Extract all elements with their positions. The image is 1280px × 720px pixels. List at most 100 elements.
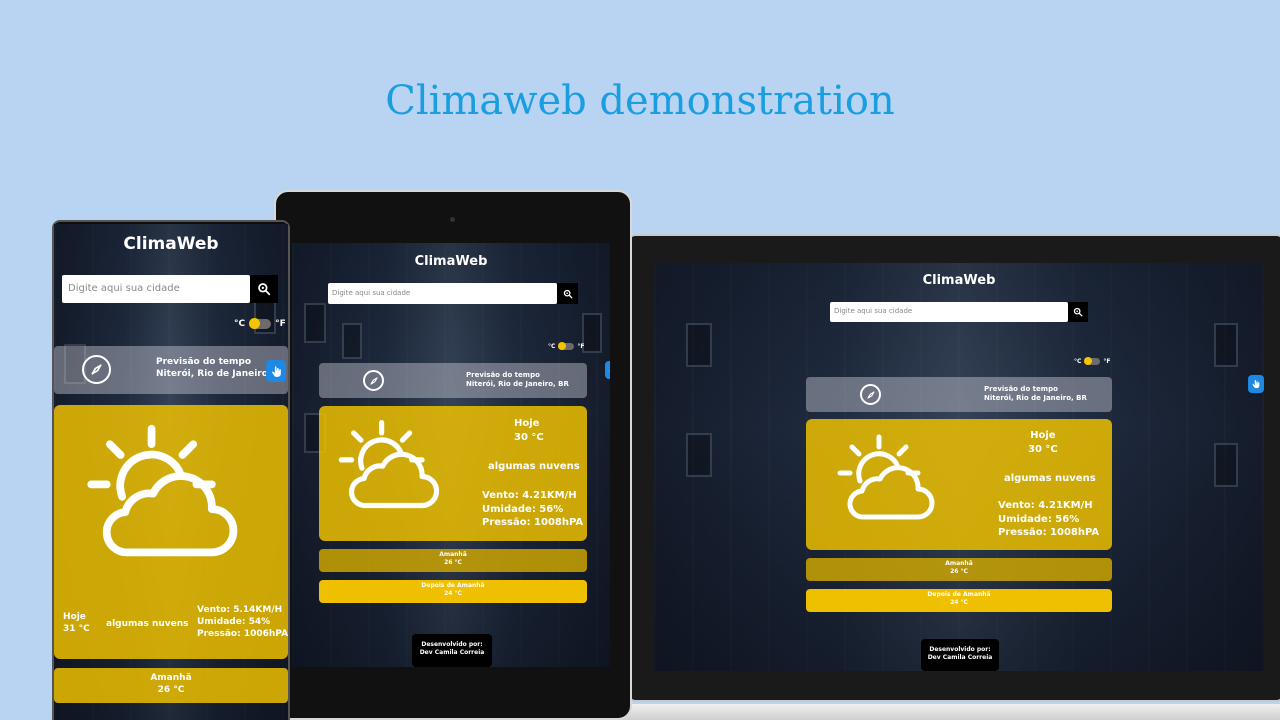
forecast-after-tomorrow: Depois de Amanhã 24 °C (319, 580, 587, 603)
pressure: Pressão: 1008hPA (998, 527, 1100, 538)
background-window (1214, 443, 1238, 487)
tablet-screen: ClimaWeb Digite aqui sua cidade °C °F Pr… (292, 243, 610, 667)
wind-speed: Vento: 5.14KM/H (197, 605, 283, 615)
laptop-screen: ClimaWeb Digite aqui sua cidade °C °F Pr… (654, 263, 1264, 671)
tomorrow-label: Amanhã (439, 551, 467, 558)
today-temp: 30 °C (1028, 443, 1058, 455)
tomorrow-temp: 26 °C (157, 685, 185, 696)
footer-line1: Desenvolvido por: (421, 641, 483, 648)
compass-icon (363, 370, 384, 391)
geolocate-button[interactable] (1248, 375, 1264, 393)
tomorrow-label: Amanhã (945, 560, 973, 567)
forecast-location-bar: Previsão do tempo Niterói, Rio de Janeir… (319, 363, 587, 398)
unit-toggle[interactable]: °C °F (234, 318, 286, 329)
footer-credits: Desenvolvido por: Dev Camila Correia (921, 639, 999, 671)
background-window (1214, 323, 1238, 367)
compass-icon (860, 384, 881, 405)
tablet-camera (450, 217, 455, 222)
background-window (686, 323, 712, 367)
hand-pointer-icon (271, 365, 281, 377)
search-input[interactable]: Digite aqui sua cidade (328, 283, 557, 304)
search-button[interactable] (557, 283, 578, 304)
phone-screen: ClimaWeb Digite aqui sua cidade °C °F Pr… (54, 224, 288, 720)
forecast-after-tomorrow: Depois de Amanhã 24 °C (806, 589, 1112, 612)
geolocate-button[interactable] (266, 360, 286, 382)
hand-pointer-icon (1252, 380, 1260, 389)
weather-description: algumas nuvens (1004, 473, 1096, 484)
footer-line2: Dev Camila Correia (419, 649, 485, 657)
toggle-track (249, 318, 272, 329)
today-weather-card: Hoje 30 °C algumas nuvens Vento: 4.21KM/… (806, 419, 1112, 550)
unit-fahrenheit-label: °F (275, 319, 286, 329)
toggle-track (1084, 357, 1101, 365)
weather-details: Vento: 4.21KM/H Umidade: 56% Pressão: 10… (998, 499, 1099, 540)
forecast-location-bar: Previsão do tempo Niterói, Rio de Janeir… (806, 377, 1112, 412)
hand-pointer-icon (609, 370, 610, 372)
today-temp: 30 °C (514, 431, 544, 443)
wind-speed: Vento: 4.21KM/H (998, 500, 1093, 511)
weather-description: algumas nuvens (106, 619, 189, 629)
weather-description: algumas nuvens (488, 461, 580, 472)
tomorrow-temp: 26 °C (950, 568, 968, 576)
app-brand: ClimaWeb (414, 254, 488, 269)
location-name: Niterói, Rio de Janeiro, BR (984, 394, 1087, 403)
forecast-tomorrow: Amanhã 26 °C (54, 668, 288, 703)
search-button[interactable] (1068, 302, 1088, 322)
background-window (686, 433, 712, 477)
footer-credits: Desenvolvido por: Dev Camila Correia (412, 634, 492, 667)
today-temp: 31 °C (63, 624, 90, 635)
search-input[interactable]: Digite aqui sua cidade (830, 302, 1068, 322)
pressure: Pressão: 1006hPA (197, 629, 288, 640)
footer-line1: Desenvolvido por: (929, 646, 991, 653)
app-brand: ClimaWeb (922, 273, 996, 288)
after-tomorrow-label: Depois de Amanhã (421, 582, 485, 589)
app-brand: ClimaWeb (123, 234, 219, 254)
unit-fahrenheit-label: °F (1103, 358, 1111, 365)
sun-behind-cloud-icon (87, 424, 238, 557)
unit-fahrenheit-label: °F (577, 343, 585, 350)
toggle-knob (249, 318, 261, 329)
weather-details: Vento: 4.21KM/H Umidade: 56% Pressão: 10… (482, 489, 583, 530)
compass-icon (82, 355, 111, 384)
today-label: Hoje (1030, 430, 1056, 441)
wind-speed: Vento: 4.21KM/H (482, 490, 577, 501)
humidity: Umidade: 56% (998, 513, 1080, 525)
forecast-title: Previsão do tempo (984, 385, 1058, 393)
laptop-base (542, 704, 1280, 720)
forecast-title: Previsão do tempo (466, 371, 540, 379)
forecast-location-text: Previsão do tempo Niterói, Rio de Janeir… (466, 371, 569, 390)
unit-toggle[interactable]: °C °F (548, 342, 585, 350)
today-temperature: Hoje 30 °C (1028, 429, 1058, 456)
today-label: Hoje (514, 418, 540, 429)
unit-toggle[interactable]: °C °F (1074, 357, 1111, 365)
after-tomorrow-label: Depois de Amanhã (927, 591, 991, 598)
unit-celsius-label: °C (548, 343, 556, 350)
background-window (582, 313, 602, 353)
search-input[interactable]: Digite aqui sua cidade (62, 275, 250, 303)
forecast-location-bar: Previsão do tempo Niterói, Rio de Janeir… (54, 346, 288, 394)
search-location-icon (1073, 307, 1083, 317)
today-temperature: Hoje 30 °C (514, 417, 544, 444)
pressure: Pressão: 1008hPA (482, 517, 584, 528)
today-label: Hoje (63, 612, 86, 622)
background-window (342, 323, 362, 359)
page-title: Climaweb demonstration (385, 78, 895, 124)
tomorrow-label: Amanhã (150, 673, 192, 683)
sun-behind-cloud-icon (338, 419, 440, 509)
humidity: Umidade: 54% (197, 617, 271, 628)
unit-celsius-label: °C (1074, 358, 1082, 365)
search-button[interactable] (250, 275, 278, 303)
search-location-icon (258, 283, 271, 296)
today-weather-card: Hoje 31 °C algumas nuvens Vento: 5.14KM/… (54, 405, 288, 659)
after-tomorrow-temp: 24 °C (950, 599, 968, 607)
sun-behind-cloud-icon (837, 434, 935, 520)
toggle-track (558, 342, 575, 350)
search-location-icon (563, 289, 572, 298)
weather-details: Vento: 5.14KM/H Umidade: 54% Pressão: 10… (197, 604, 288, 640)
after-tomorrow-temp: 24 °C (444, 590, 462, 598)
today-weather-card: Hoje 30 °C algumas nuvens Vento: 4.21KM/… (319, 406, 587, 541)
humidity: Umidade: 56% (482, 503, 564, 515)
today-temperature: Hoje 31 °C (63, 611, 90, 635)
toggle-knob (558, 342, 567, 350)
geolocate-button[interactable] (605, 361, 610, 379)
